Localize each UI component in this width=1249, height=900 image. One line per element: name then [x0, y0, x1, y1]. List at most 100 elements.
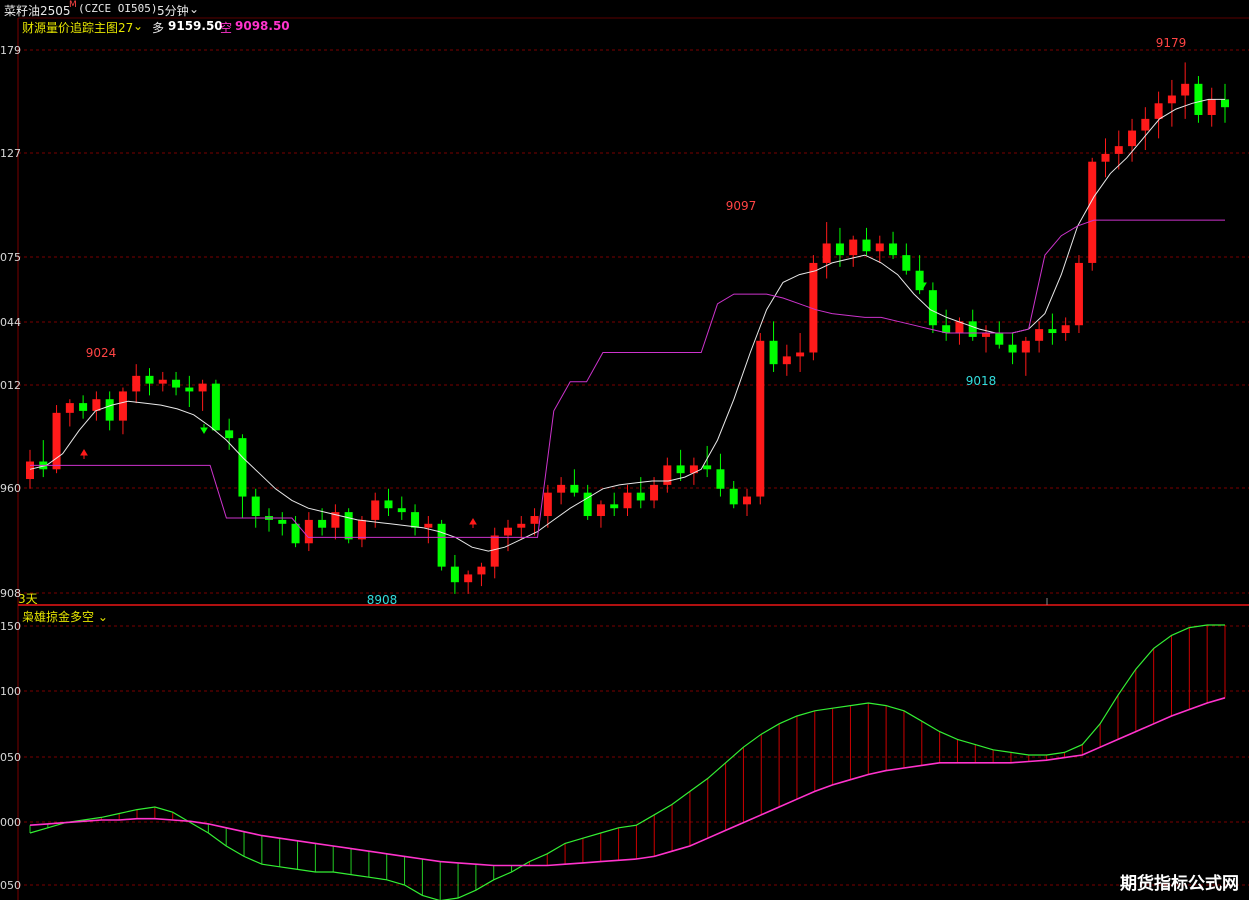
candle-up [517, 523, 526, 528]
candle-up [1181, 83, 1190, 96]
candle-up [1061, 325, 1070, 334]
buy-arrow-icon [80, 449, 88, 459]
candle-up [1207, 99, 1216, 115]
candle-down [636, 492, 645, 501]
candle-down [769, 340, 778, 365]
candle-down [211, 383, 220, 431]
candle-down [1048, 329, 1057, 334]
y-tick-label: 075 [0, 251, 21, 264]
candle-up [118, 391, 127, 421]
candle-down [172, 379, 181, 388]
candle-down [145, 375, 154, 384]
candle-down [238, 438, 247, 497]
candle-down [1194, 83, 1203, 115]
candle-up [1128, 130, 1137, 147]
candle-down [570, 484, 579, 493]
candle-down [703, 465, 712, 470]
candle-down [185, 387, 194, 392]
y-tick-label: 012 [0, 379, 21, 392]
candle-up [543, 492, 552, 517]
candle-down [318, 519, 327, 528]
candle-up [304, 519, 313, 544]
candles [26, 62, 1229, 594]
candle-up [132, 375, 141, 392]
candle-up [1154, 103, 1163, 119]
candle-up [26, 461, 34, 480]
chart-canvas[interactable]: 179 127 075 044 012 960 908 150 100 050 000 050 917… [0, 0, 1249, 900]
candle-up [477, 566, 486, 575]
candle-down [105, 399, 114, 421]
grid-lines [17, 18, 1249, 900]
candle-up [1088, 161, 1097, 263]
candle-down [995, 333, 1004, 345]
y-tick-label: 127 [0, 147, 21, 160]
candle-down [716, 469, 725, 489]
y-tick-label: 908 [0, 587, 21, 600]
candle-up [1167, 95, 1176, 104]
candle-up [849, 239, 858, 256]
candle-down [79, 403, 88, 411]
candle-up [822, 243, 831, 263]
candle-up [782, 356, 791, 365]
candle-up [663, 465, 672, 485]
candle-down [676, 465, 685, 474]
candle-up [504, 527, 512, 536]
candle-down [889, 243, 898, 256]
candle-up [1141, 118, 1150, 131]
candle-down [862, 239, 871, 252]
sell-arrow-icon [200, 424, 208, 434]
slow-line [29, 697, 1226, 867]
panel-separator [18, 17, 1249, 606]
candle-up [557, 484, 566, 493]
candle-down [344, 512, 353, 540]
candle-down [729, 488, 738, 505]
trough-label: 9018 [966, 374, 997, 388]
y-tick-label: 000 [0, 816, 21, 829]
candle-down [1008, 344, 1017, 353]
indicator-lines [29, 98, 1225, 552]
candle-down [278, 519, 287, 524]
candle-up [371, 500, 380, 520]
candle-up [623, 492, 632, 509]
low-label: 8908 [367, 593, 398, 607]
candle-up [596, 504, 605, 517]
candle-up [490, 535, 499, 567]
candle-down [411, 512, 420, 528]
y-tick-label: 044 [0, 316, 21, 329]
candle-up [1101, 153, 1110, 162]
buy-arrow-icon [469, 518, 477, 528]
peak-label: 9024 [86, 346, 117, 360]
sub-panel [29, 624, 1226, 900]
candle-down [397, 508, 406, 513]
candle-up [65, 403, 74, 413]
candle-down [251, 496, 260, 517]
candle-down [225, 430, 234, 439]
candle-up [875, 243, 884, 252]
candle-up [52, 412, 61, 470]
candle-up [198, 383, 207, 392]
candle-down [291, 523, 300, 544]
y-tick-label: 050 [0, 751, 21, 764]
y-tick-label: 050 [0, 879, 21, 892]
candle-up [756, 340, 765, 497]
candle-up [796, 352, 805, 357]
y-tick-label: 960 [0, 482, 21, 495]
candle-down [1221, 99, 1229, 108]
fast-line [29, 624, 1225, 900]
candle-up [689, 465, 698, 474]
candle-up [158, 379, 167, 384]
candle-up [424, 523, 433, 528]
candle-up [982, 333, 990, 337]
candle-down [928, 290, 937, 326]
candle-up [1074, 262, 1083, 326]
white-trend-line [29, 98, 1225, 552]
candle-down [610, 504, 619, 509]
candle-up [1114, 146, 1123, 154]
high-label: 9179 [1156, 36, 1187, 50]
y-tick-label: 150 [0, 620, 21, 633]
candle-down [968, 321, 977, 337]
candle-up [1035, 329, 1044, 341]
candle-down [835, 243, 844, 256]
candle-up [530, 516, 539, 524]
candle-up [743, 496, 751, 505]
